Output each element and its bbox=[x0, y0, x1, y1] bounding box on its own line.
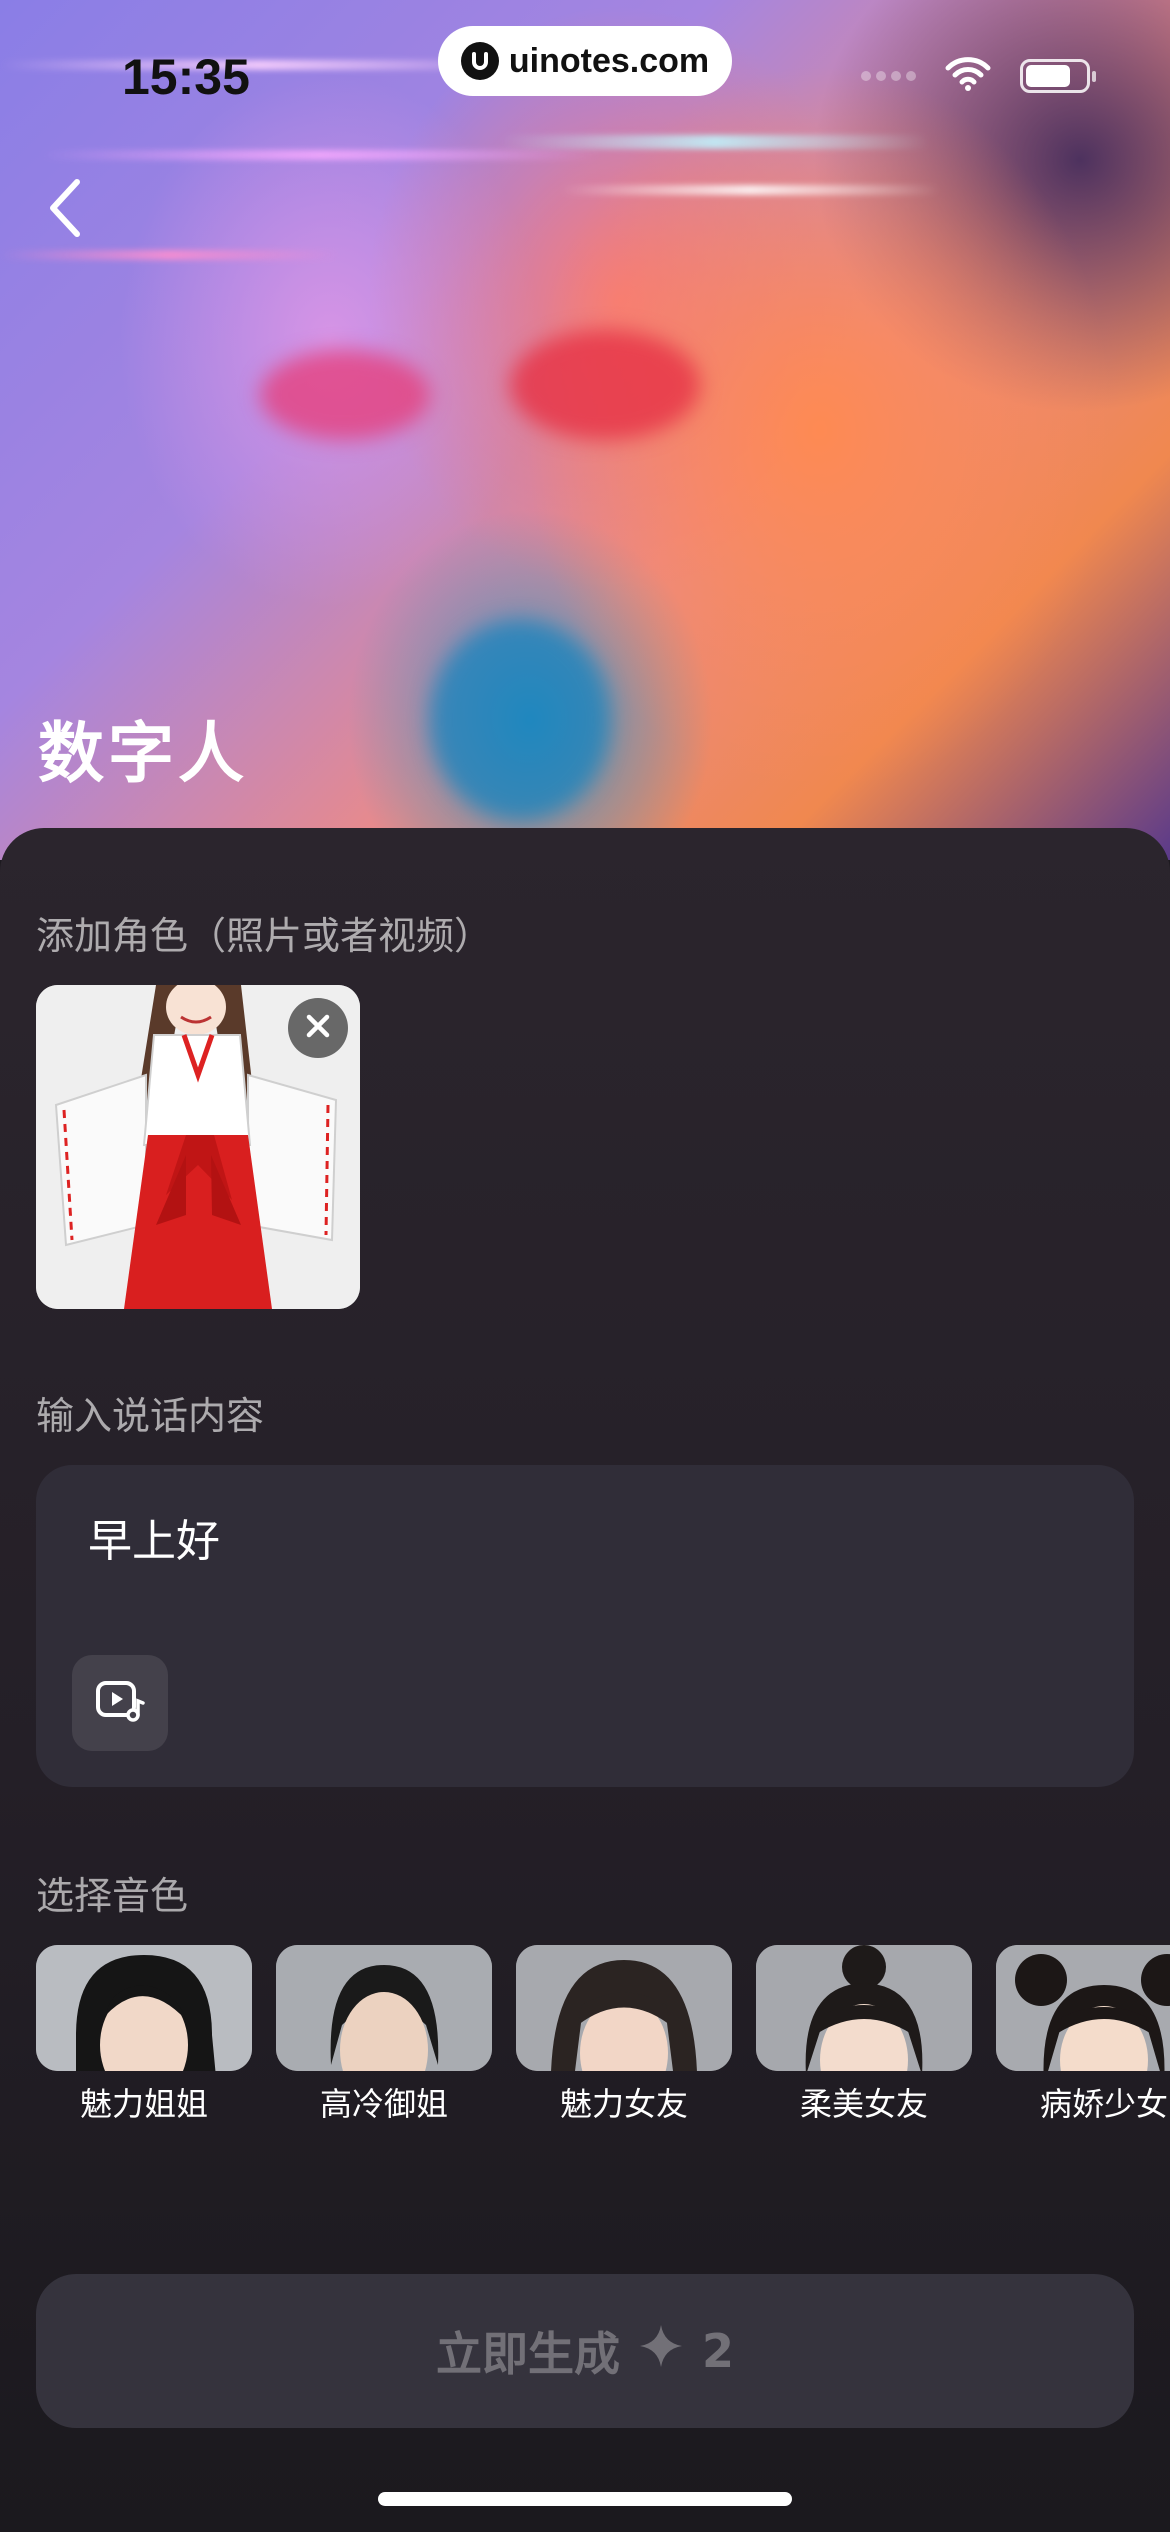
voice-option[interactable]: 柔美女友 bbox=[756, 1945, 972, 2125]
screen: 15:35 uinotes.com 数字人 添加角色（照片或者视频） 输入说话内… bbox=[0, 0, 1170, 2532]
face-blur bbox=[510, 330, 700, 440]
voice-name: 柔美女友 bbox=[799, 2085, 928, 2123]
face-blur bbox=[430, 620, 610, 820]
voice-name: 魅力女友 bbox=[559, 2085, 688, 2123]
voice-option[interactable]: 魅力姐姐 bbox=[36, 1945, 252, 2125]
close-icon bbox=[305, 1013, 331, 1043]
chevron-left-icon bbox=[45, 176, 85, 244]
speech-input[interactable]: 早上好 bbox=[36, 1465, 1134, 1787]
audio-video-button[interactable] bbox=[72, 1655, 168, 1751]
speech-text[interactable]: 早上好 bbox=[88, 1505, 220, 1569]
status-time: 15:35 bbox=[122, 49, 250, 105]
generate-cost: 2 bbox=[701, 2324, 734, 2378]
status-icons bbox=[861, 56, 1096, 96]
light-streak bbox=[500, 135, 930, 149]
generate-button[interactable]: 立即生成 2 bbox=[36, 2274, 1134, 2428]
page-title: 数字人 bbox=[38, 715, 248, 792]
voice-option[interactable]: 高冷御姐 bbox=[276, 1945, 492, 2125]
url-text: uinotes.com bbox=[508, 41, 710, 80]
role-section-label: 添加角色（照片或者视频） bbox=[36, 914, 493, 958]
voice-option[interactable]: 魅力女友 bbox=[516, 1945, 732, 2125]
battery-level bbox=[1026, 65, 1070, 87]
home-indicator bbox=[378, 2492, 792, 2506]
face-blur bbox=[260, 350, 430, 440]
uinotes-logo-icon bbox=[460, 42, 499, 80]
voice-section-label: 选择音色 bbox=[36, 1874, 189, 1918]
voice-avatar bbox=[516, 1945, 732, 2071]
voice-name: 病娇少女 bbox=[1039, 2085, 1168, 2123]
voice-list: 魅力姐姐 高冷御姐 魅力女友 柔美女友 病娇少女 bbox=[36, 1945, 1170, 2125]
voice-avatar bbox=[996, 1945, 1170, 2071]
voice-avatar bbox=[756, 1945, 972, 2071]
cellular-signal-icon bbox=[861, 71, 916, 81]
battery-icon bbox=[1020, 59, 1096, 93]
video-music-icon bbox=[95, 1679, 145, 1727]
light-streak bbox=[40, 150, 600, 160]
wifi-icon bbox=[944, 56, 992, 96]
url-pill[interactable]: uinotes.com bbox=[438, 26, 732, 96]
remove-role-button[interactable] bbox=[288, 998, 348, 1058]
speech-section-label: 输入说话内容 bbox=[36, 1394, 265, 1438]
light-streak bbox=[560, 185, 940, 195]
voice-option[interactable]: 病娇少女 bbox=[996, 1945, 1170, 2125]
generate-label: 立即生成 bbox=[435, 2327, 620, 2381]
sparkle-icon bbox=[638, 2323, 684, 2380]
back-button[interactable] bbox=[30, 170, 100, 250]
voice-name: 高冷御姐 bbox=[319, 2085, 448, 2123]
voice-avatar bbox=[276, 1945, 492, 2071]
light-streak bbox=[0, 250, 340, 260]
hero-banner: 15:35 uinotes.com 数字人 bbox=[0, 0, 1170, 860]
voice-name: 魅力姐姐 bbox=[79, 2085, 208, 2123]
voice-avatar bbox=[36, 1945, 252, 2071]
